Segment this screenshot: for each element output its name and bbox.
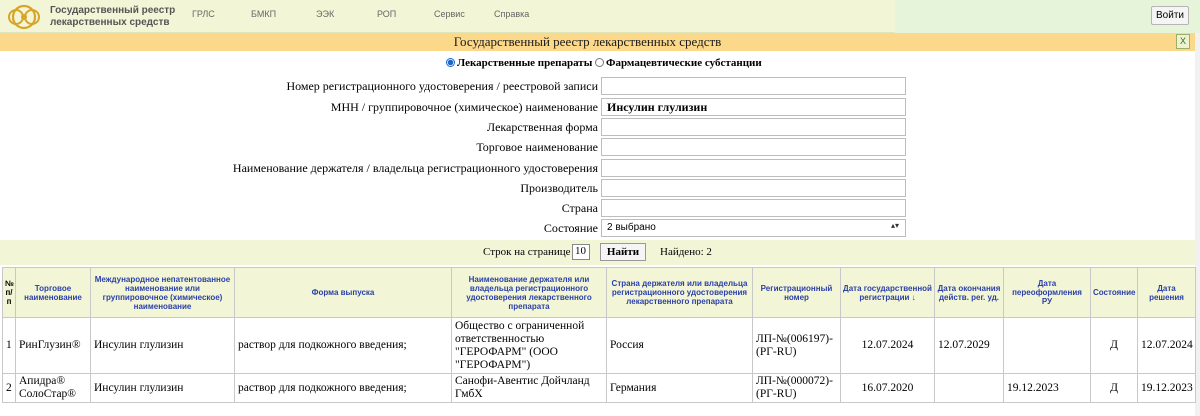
- col-header-holder[interactable]: Наименование держателя или владельца рег…: [451, 267, 607, 318]
- table-row[interactable]: 1 РинГлузин® Инсулин глулизин раствор дл…: [2, 317, 1196, 374]
- logo-line-1: Государственный реестр: [50, 5, 176, 16]
- nav-eek[interactable]: ЭЭК: [316, 9, 334, 19]
- field-label: Страна: [561, 201, 598, 215]
- cell-reissue-date: [1003, 317, 1091, 374]
- logo-line-2: лекарственных средств: [50, 17, 170, 28]
- col-header-trade-name[interactable]: Торговое наименование: [15, 267, 91, 318]
- col-header-state[interactable]: Состояние: [1090, 267, 1138, 318]
- field-trade-name: Торговое наименование: [0, 138, 910, 157]
- cell-holder-country: Германия: [606, 373, 753, 403]
- state-select-value: 2 выбрано: [607, 222, 656, 233]
- field-inn: МНН / группировочное (химическое) наимен…: [0, 98, 910, 117]
- field-label: Наименование держателя / владельца регис…: [232, 161, 598, 175]
- nav-bmkp[interactable]: БМКП: [251, 9, 276, 19]
- cell-reg-date: 16.07.2020: [840, 373, 935, 403]
- registration-number-input[interactable]: [601, 77, 906, 95]
- radio-substances-label: Фармацевтические субстанции: [606, 57, 762, 69]
- rows-per-page-input[interactable]: 10: [572, 244, 590, 260]
- rows-per-page-label: Строк на странице: [483, 246, 571, 258]
- table-header-row: № п/п Торговое наименование Международно…: [2, 267, 1196, 318]
- cell-state: Д: [1090, 317, 1138, 374]
- cell-state: Д: [1090, 373, 1138, 403]
- radio-medicines-label: Лекарственные препараты: [457, 57, 593, 69]
- field-holder: Наименование держателя / владельца регис…: [0, 159, 910, 178]
- cell-release-form: раствор для подкожного введения;: [234, 317, 452, 374]
- cell-inn: Инсулин глулизин: [90, 373, 235, 403]
- trade-name-input[interactable]: [601, 138, 906, 156]
- cell-reg-date: 12.07.2024: [840, 317, 935, 374]
- cell-release-form: раствор для подкожного введения;: [234, 373, 452, 403]
- field-label: Производитель: [520, 181, 598, 195]
- cell-inn: Инсулин глулизин: [90, 317, 235, 374]
- field-state: Состояние 2 выбрано ▴▾: [0, 219, 910, 238]
- search-bar: Строк на странице 10 Найти Найдено: 2: [0, 240, 1195, 265]
- cell-number: 1: [2, 317, 16, 374]
- cell-reg-number: ЛП-№(006197)-(РГ-RU): [752, 317, 841, 374]
- excel-export-icon[interactable]: X: [1176, 34, 1190, 49]
- holder-input[interactable]: [601, 159, 906, 177]
- country-input[interactable]: [601, 199, 906, 217]
- cell-decision-date: 19.12.2023: [1137, 373, 1196, 403]
- field-registration-number: Номер регистрационного удостоверения / р…: [0, 77, 910, 96]
- col-header-number[interactable]: № п/п: [2, 267, 16, 318]
- state-select[interactable]: 2 выбрано ▴▾: [601, 219, 906, 237]
- col-header-release-form[interactable]: Форма выпуска: [234, 267, 452, 318]
- radio-medicines[interactable]: Лекарственные препараты: [446, 57, 592, 69]
- field-manufacturer: Производитель: [0, 179, 910, 198]
- col-header-reg-number[interactable]: Регистрационный номер: [752, 267, 841, 318]
- cell-expiry-date: [934, 373, 1004, 403]
- radio-checked-icon[interactable]: [446, 58, 455, 67]
- cell-decision-date: 12.07.2024: [1137, 317, 1196, 374]
- col-header-decision-date[interactable]: Дата решения: [1137, 267, 1196, 318]
- field-dosage-form: Лекарственная форма: [0, 118, 910, 137]
- dosage-form-input[interactable]: [601, 118, 906, 136]
- field-label: Торговое наименование: [476, 140, 598, 154]
- field-country: Страна: [0, 199, 910, 218]
- col-header-expiry-date[interactable]: Дата окончания действ. рег. уд.: [934, 267, 1004, 318]
- field-label: МНН / группировочное (химическое) наимен…: [330, 100, 598, 114]
- login-button[interactable]: Войти: [1151, 6, 1189, 25]
- cell-holder: Санофи-Авентис Дойчланд ГмбХ: [451, 373, 607, 403]
- logo-emblem-icon: [8, 4, 40, 30]
- manufacturer-input[interactable]: [601, 179, 906, 197]
- radio-unchecked-icon[interactable]: [595, 58, 604, 67]
- col-header-holder-country[interactable]: Страна держателя или владельца регистрац…: [606, 267, 753, 318]
- field-label: Номер регистрационного удостоверения / р…: [286, 79, 598, 93]
- title-bar: Государственный реестр лекарственных сре…: [0, 33, 1200, 51]
- table-row[interactable]: 2 Апидра® СолоСтар® Инсулин глулизин рас…: [2, 373, 1196, 403]
- cell-expiry-date: 12.07.2029: [934, 317, 1004, 374]
- cell-holder: Общество с ограниченной ответственностью…: [451, 317, 607, 374]
- field-label: Состояние: [543, 221, 598, 235]
- field-label: Лекарственная форма: [487, 120, 598, 134]
- nav-service[interactable]: Сервис: [434, 9, 465, 19]
- nav-help[interactable]: Справка: [494, 9, 529, 19]
- nav-rop[interactable]: РОП: [377, 9, 396, 19]
- radio-substances[interactable]: Фармацевтические субстанции: [595, 57, 762, 69]
- logo-text: Государственный реестр лекарственных сре…: [50, 5, 175, 29]
- cell-number: 2: [2, 373, 16, 403]
- cell-reissue-date: 19.12.2023: [1003, 373, 1091, 403]
- inn-input[interactable]: Инсулин глулизин: [601, 98, 906, 116]
- top-header: Государственный реестр лекарственных сре…: [0, 0, 1200, 33]
- nav-grls[interactable]: ГРЛС: [192, 9, 215, 19]
- select-arrows-icon: ▴▾: [890, 221, 899, 230]
- col-header-reissue-date[interactable]: Дата переоформления РУ: [1003, 267, 1091, 318]
- find-button[interactable]: Найти: [600, 243, 646, 261]
- col-header-inn[interactable]: Международное непатентованное наименован…: [90, 267, 235, 318]
- found-count: Найдено: 2: [660, 246, 712, 258]
- registry-logo[interactable]: Государственный реестр лекарственных сре…: [6, 2, 176, 32]
- page-title: Государственный реестр лекарственных сре…: [453, 34, 722, 49]
- cell-trade-name[interactable]: РинГлузин®: [15, 317, 91, 374]
- col-header-reg-date[interactable]: Дата государственной регистрации ↓: [840, 267, 935, 318]
- cell-holder-country: Россия: [606, 317, 753, 374]
- cell-trade-name[interactable]: Апидра® СолоСтар®: [15, 373, 91, 403]
- cell-reg-number: ЛП-№(000072)-(РГ-RU): [752, 373, 841, 403]
- results-table: № п/п Торговое наименование Международно…: [2, 267, 1196, 403]
